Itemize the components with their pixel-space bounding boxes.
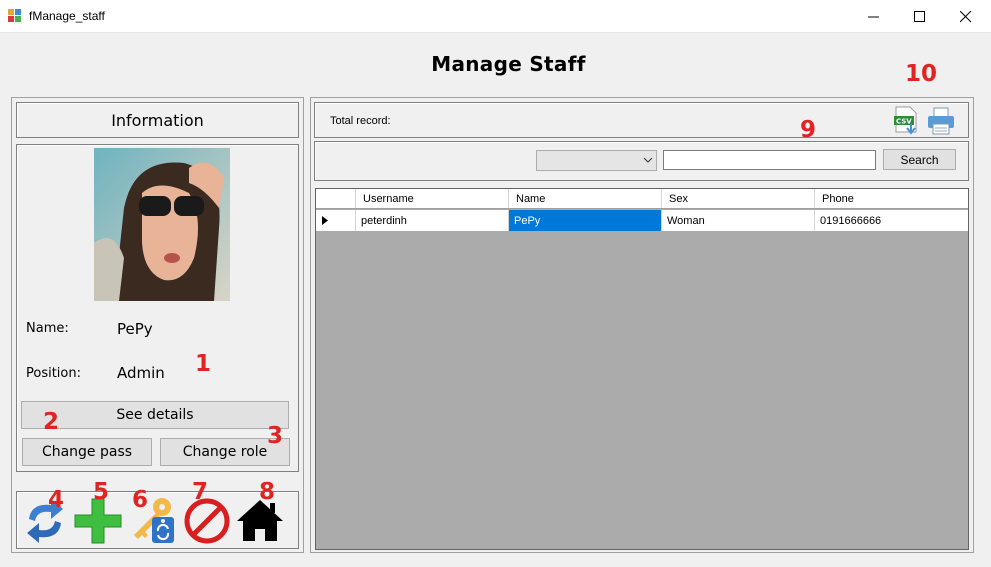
change-pass-button[interactable]: Change pass — [22, 438, 152, 466]
printer-icon — [928, 107, 954, 135]
row-selector[interactable] — [316, 210, 356, 231]
column-header-phone[interactable]: Phone — [815, 189, 968, 208]
annotation-7: 7 — [192, 479, 209, 505]
cell-username[interactable]: peterdinh — [356, 210, 509, 231]
export-csv-button[interactable]: CSV — [893, 106, 921, 136]
position-label: Position: — [26, 366, 81, 381]
avatar — [94, 148, 230, 301]
column-header-name[interactable]: Name — [509, 189, 662, 208]
table-row[interactable]: peterdinh PePy Woman 0191666666 — [316, 210, 968, 231]
name-value: PePy — [117, 320, 153, 338]
annotation-5: 5 — [93, 479, 110, 505]
annotation-2: 2 — [43, 409, 60, 435]
title-bar: fManage_staff — [0, 0, 991, 33]
maximize-button[interactable] — [897, 0, 943, 33]
grid-header: Username Name Sex Phone — [316, 189, 968, 209]
row-pointer-icon — [322, 216, 328, 225]
app-icon — [8, 9, 22, 23]
name-label: Name: — [26, 321, 69, 336]
annotation-8: 8 — [259, 479, 276, 505]
annotation-3: 3 — [267, 423, 284, 449]
chevron-down-icon — [643, 157, 653, 163]
csv-icon: CSV — [894, 106, 917, 135]
svg-text:CSV: CSV — [896, 118, 912, 126]
search-input[interactable] — [663, 150, 876, 170]
filter-dropdown[interactable] — [536, 150, 657, 171]
close-icon — [960, 10, 972, 22]
annotation-6: 6 — [132, 487, 149, 513]
row-header-corner — [316, 189, 356, 208]
print-button[interactable] — [926, 106, 956, 136]
total-record-label: Total record: — [330, 115, 391, 127]
annotation-10: 10 — [905, 61, 938, 87]
cell-sex[interactable]: Woman — [662, 210, 815, 231]
info-header: Information — [16, 102, 299, 138]
window-title: fManage_staff — [29, 9, 105, 23]
close-button[interactable] — [943, 0, 989, 33]
minimize-button[interactable] — [851, 0, 897, 33]
annotation-1: 1 — [195, 351, 212, 377]
staff-grid[interactable]: Username Name Sex Phone peterdinh PePy W… — [315, 188, 969, 550]
annotation-9: 9 — [800, 117, 817, 143]
search-button[interactable]: Search — [883, 149, 956, 170]
see-details-button[interactable]: See details — [21, 401, 289, 429]
annotation-4: 4 — [48, 487, 65, 513]
column-header-username[interactable]: Username — [356, 189, 509, 208]
column-header-sex[interactable]: Sex — [662, 189, 815, 208]
position-value: Admin — [117, 364, 165, 382]
minimize-icon — [868, 16, 879, 17]
maximize-icon — [914, 10, 925, 22]
cell-phone[interactable]: 0191666666 — [815, 210, 968, 231]
records-bar — [314, 102, 969, 138]
page-title: Manage Staff — [431, 52, 586, 76]
cell-name[interactable]: PePy — [509, 210, 662, 231]
